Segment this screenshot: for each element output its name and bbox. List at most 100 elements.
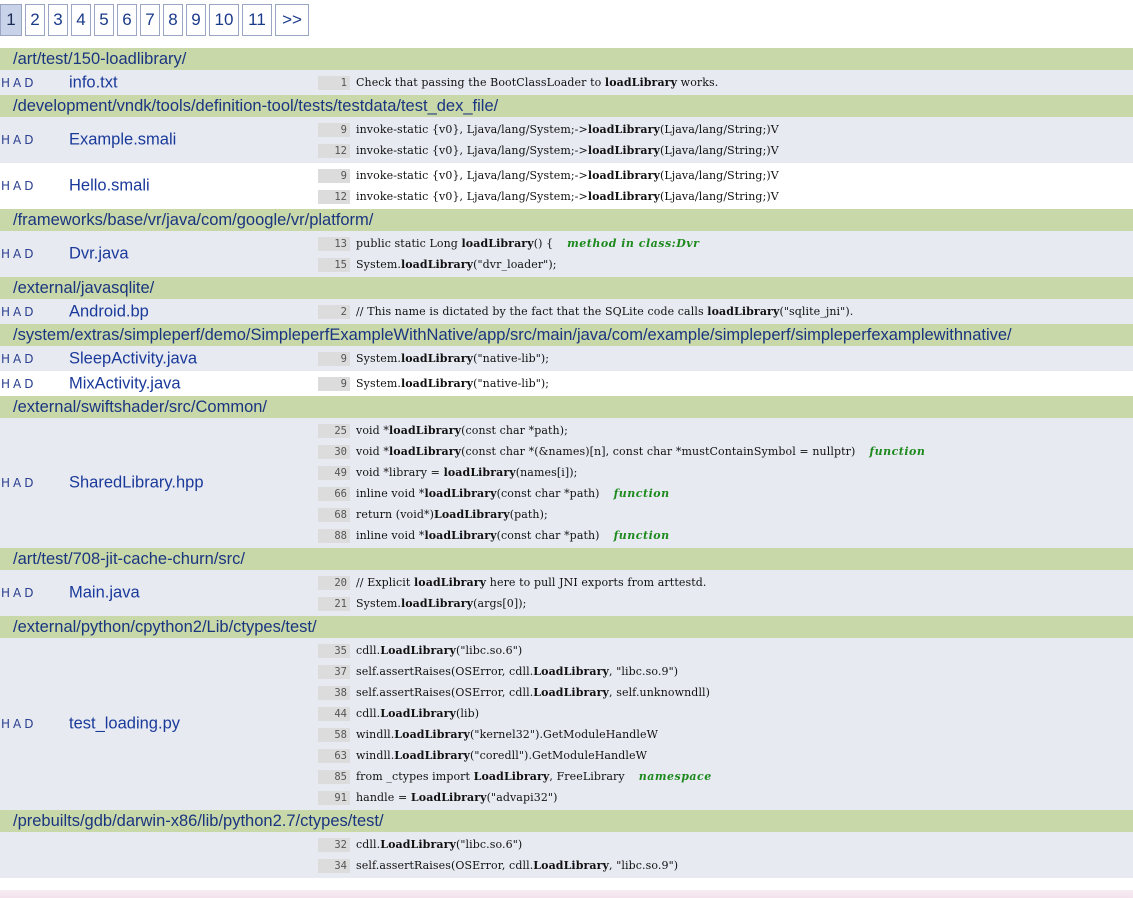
code-line[interactable]: 63 windll.LoadLibrary("coredll").GetModul… <box>318 745 1133 766</box>
line-number[interactable]: 1 <box>318 75 350 90</box>
code-line[interactable]: 20 // Explicit loadLibrary here to pull J… <box>318 572 1133 593</box>
code-line[interactable]: 30 void *loadLibrary(const char *(&names)… <box>318 441 1133 462</box>
code-line[interactable]: 34 self.assertRaises(OSError, cdll.LoadLi… <box>318 855 1133 876</box>
line-number[interactable]: 9 <box>318 122 350 137</box>
file-name-link[interactable]: SharedLibrary.hpp <box>69 474 204 493</box>
directory-link[interactable]: /art/test/708-jit-cache-churn/src/ <box>0 548 1133 570</box>
page-link-7[interactable]: 7 <box>140 4 160 36</box>
code-line[interactable]: 88 inline void *loadLibrary(const char *p… <box>318 525 1133 546</box>
history-annotate-download-links[interactable]: HAD <box>1 717 36 731</box>
line-number[interactable]: 12 <box>318 189 350 204</box>
code-line[interactable]: 9 invoke-static {v0}, Ljava/lang/System;-… <box>318 119 1133 140</box>
directory-link[interactable]: /prebuilts/gdb/darwin-x86/lib/python2.7/… <box>0 810 1133 832</box>
search-match: loadLibrary <box>604 76 678 89</box>
line-number[interactable]: 2 <box>318 304 350 319</box>
page-link-8[interactable]: 8 <box>163 4 183 36</box>
line-number[interactable]: 35 <box>318 643 350 658</box>
page-link-9[interactable]: 9 <box>186 4 206 36</box>
code-line[interactable]: 12 invoke-static {v0}, Ljava/lang/System;… <box>318 140 1133 161</box>
line-number[interactable]: 44 <box>318 706 350 721</box>
code-line[interactable]: 68 return (void*)LoadLibrary(path); <box>318 504 1133 525</box>
code-line[interactable]: 21 System.loadLibrary(args[0]); <box>318 593 1133 614</box>
line-number[interactable]: 49 <box>318 465 350 480</box>
line-number[interactable]: 66 <box>318 486 350 501</box>
line-number[interactable]: 88 <box>318 528 350 543</box>
code-line[interactable]: 9 System.loadLibrary("native-lib"); <box>318 348 1133 369</box>
history-annotate-download-links[interactable]: HAD <box>1 476 36 490</box>
line-number[interactable]: 32 <box>318 837 350 852</box>
line-number[interactable]: 9 <box>318 168 350 183</box>
file-name-link[interactable]: Example.smali <box>69 131 176 150</box>
code-line[interactable]: 85 from _ctypes import LoadLibrary, FreeL… <box>318 766 1133 787</box>
code-line[interactable]: 25 void *loadLibrary(const char *path); <box>318 420 1133 441</box>
code-line[interactable]: 2 // This name is dictated by the fact th… <box>318 301 1133 322</box>
code-line[interactable]: 9 invoke-static {v0}, Ljava/lang/System;-… <box>318 165 1133 186</box>
line-number[interactable]: 9 <box>318 351 350 366</box>
code-line[interactable]: 38 self.assertRaises(OSError, cdll.LoadLi… <box>318 682 1133 703</box>
matched-lines: 25 void *loadLibrary(const char *path); 30… <box>318 420 1133 546</box>
directory-link[interactable]: /external/swiftshader/src/Common/ <box>0 396 1133 418</box>
directory-link[interactable]: /art/test/150-loadlibrary/ <box>0 48 1133 70</box>
line-number[interactable]: 20 <box>318 575 350 590</box>
line-number[interactable]: 68 <box>318 507 350 522</box>
code-line[interactable]: 13 public static Long loadLibrary() {meth… <box>318 233 1133 254</box>
file-result-row: HAD Dvr.java 13 public static Long loadLibr… <box>0 231 1133 277</box>
code-line[interactable]: 66 inline void *loadLibrary(const char *p… <box>318 483 1133 504</box>
code-line[interactable]: 1 Check that passing the BootClassLoader … <box>318 72 1133 93</box>
line-number[interactable]: 12 <box>318 143 350 158</box>
file-name-link[interactable]: MixActivity.java <box>69 374 181 393</box>
page-link-5[interactable]: 5 <box>94 4 114 36</box>
code-line[interactable]: 35 cdll.LoadLibrary("libc.so.6") <box>318 640 1133 661</box>
line-number[interactable]: 30 <box>318 444 350 459</box>
directory-link[interactable]: /external/javasqlite/ <box>0 277 1133 299</box>
file-name-link[interactable]: SleepActivity.java <box>69 349 197 368</box>
history-annotate-download-links[interactable]: HAD <box>1 247 36 261</box>
history-annotate-download-links[interactable]: HAD <box>1 305 36 319</box>
line-number[interactable]: 34 <box>318 858 350 873</box>
file-name-link[interactable]: Dvr.java <box>69 245 129 264</box>
history-annotate-download-links[interactable]: HAD <box>1 179 36 193</box>
file-name-link[interactable]: Android.bp <box>69 302 149 321</box>
line-number[interactable]: 85 <box>318 769 350 784</box>
line-number[interactable]: 91 <box>318 790 350 805</box>
page-link-6[interactable]: 6 <box>117 4 137 36</box>
line-number[interactable]: 21 <box>318 596 350 611</box>
history-annotate-download-links[interactable]: HAD <box>1 76 36 90</box>
page-link-3[interactable]: 3 <box>48 4 68 36</box>
history-annotate-download-links[interactable]: HAD <box>1 586 36 600</box>
history-annotate-download-links[interactable]: HAD <box>1 133 36 147</box>
page-link-2[interactable]: 2 <box>25 4 45 36</box>
code-line[interactable]: 37 self.assertRaises(OSError, cdll.LoadLi… <box>318 661 1133 682</box>
line-number[interactable]: 15 <box>318 257 350 272</box>
line-number[interactable]: 63 <box>318 748 350 763</box>
code-line[interactable]: 49 void *library = loadLibrary(names[i]); <box>318 462 1133 483</box>
file-name-link[interactable]: Main.java <box>69 584 140 603</box>
file-name-link[interactable]: test_loading.py <box>69 715 180 734</box>
file-name-link[interactable]: info.txt <box>69 73 118 92</box>
page-link-1[interactable]: 1 <box>0 4 22 36</box>
history-annotate-download-links[interactable]: HAD <box>1 352 36 366</box>
page-link-next[interactable]: >> <box>275 4 309 36</box>
directory-link[interactable]: /external/python/cpython2/Lib/ctypes/tes… <box>0 616 1133 638</box>
page-link-10[interactable]: 10 <box>209 4 239 36</box>
code-line[interactable]: 44 cdll.LoadLibrary(lib) <box>318 703 1133 724</box>
line-number[interactable]: 25 <box>318 423 350 438</box>
code-line[interactable]: 9 System.loadLibrary("native-lib"); <box>318 373 1133 394</box>
code-line[interactable]: 12 invoke-static {v0}, Ljava/lang/System;… <box>318 186 1133 207</box>
directory-link[interactable]: /development/vndk/tools/definition-tool/… <box>0 95 1133 117</box>
page-link-11[interactable]: 11 <box>242 4 272 36</box>
code-line[interactable]: 91 handle = LoadLibrary("advapi32") <box>318 787 1133 808</box>
line-number[interactable]: 38 <box>318 685 350 700</box>
page-link-4[interactable]: 4 <box>71 4 91 36</box>
code-line[interactable]: 32 cdll.LoadLibrary("libc.so.6") <box>318 834 1133 855</box>
line-number[interactable]: 13 <box>318 236 350 251</box>
line-number[interactable]: 58 <box>318 727 350 742</box>
file-name-link[interactable]: Hello.smali <box>69 177 150 196</box>
line-number[interactable]: 37 <box>318 664 350 679</box>
directory-link[interactable]: /frameworks/base/vr/java/com/google/vr/p… <box>0 209 1133 231</box>
line-number[interactable]: 9 <box>318 376 350 391</box>
directory-link[interactable]: /system/extras/simpleperf/demo/Simpleper… <box>0 324 1133 346</box>
code-line[interactable]: 58 windll.LoadLibrary("kernel32").GetModu… <box>318 724 1133 745</box>
history-annotate-download-links[interactable]: HAD <box>1 377 36 391</box>
code-line[interactable]: 15 System.loadLibrary("dvr_loader"); <box>318 254 1133 275</box>
